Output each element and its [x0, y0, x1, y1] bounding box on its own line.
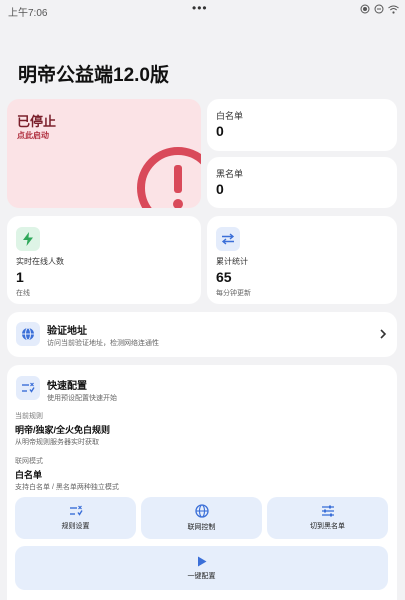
- quick-config-title: 快速配置: [47, 381, 87, 392]
- globe-icon: [16, 322, 40, 346]
- switch-blacklist-label: 切到黑名单: [310, 523, 345, 530]
- tune-icon: [69, 505, 83, 516]
- verify-subtitle: 访问当前验证地址，检测网络连通性: [47, 340, 159, 347]
- sliders-icon: [321, 505, 334, 517]
- globe-icon: [194, 504, 209, 518]
- alert-icon: [137, 147, 201, 208]
- stats-value: 65: [216, 269, 232, 285]
- online-label: 实时在线人数: [16, 257, 64, 266]
- chevron-right-icon: [380, 329, 387, 339]
- whitelist-label: 白名单: [216, 111, 244, 121]
- verify-address-row[interactable]: 验证地址 访问当前验证地址，检测网络连通性: [7, 312, 397, 357]
- online-users-card: 实时在线人数 1 在线: [7, 216, 201, 304]
- blacklist-card[interactable]: 黑名单 0: [207, 157, 397, 208]
- online-note: 在线: [16, 290, 30, 297]
- status-icons: [360, 4, 399, 14]
- network-control-button[interactable]: 联网控制: [141, 497, 262, 539]
- stats-label: 累计统计: [216, 257, 248, 266]
- online-value: 1: [16, 269, 24, 285]
- network-mode-label: 联网模式: [15, 458, 43, 465]
- current-rule-value: 明帝/独家/全火免白规则: [15, 425, 111, 435]
- tune-icon: [16, 376, 40, 400]
- whitelist-count: 0: [216, 123, 224, 139]
- network-mode-value: 白名单: [15, 470, 43, 480]
- status-title: 已停止: [17, 114, 57, 129]
- start-hint: 点此启动: [17, 131, 49, 140]
- status-bar: 上午7:06 •••: [0, 0, 405, 22]
- play-icon: [197, 556, 206, 566]
- swap-icon: [216, 227, 240, 251]
- status-time: 上午7:06: [8, 8, 48, 19]
- cast-icon: [360, 4, 370, 14]
- one-click-config-button[interactable]: 一键配置: [15, 546, 388, 590]
- wifi-icon: [388, 5, 399, 14]
- page-title: 明帝公益端12.0版: [18, 65, 169, 86]
- service-status-card[interactable]: 已停止 点此启动: [7, 99, 201, 208]
- whitelist-card[interactable]: 白名单 0: [207, 99, 397, 151]
- status-dots: •••: [192, 1, 208, 15]
- quick-config-subtitle: 使用预设配置快速开始: [47, 395, 117, 402]
- stats-note: 每分钟更新: [216, 290, 251, 297]
- blacklist-count: 0: [216, 181, 224, 197]
- current-rule-label: 当前规则: [15, 413, 43, 420]
- network-mode-hint: 支持白名单 / 黑名单两种独立模式: [15, 484, 119, 491]
- switch-blacklist-button[interactable]: 切到黑名单: [267, 497, 388, 539]
- one-click-config-label: 一键配置: [187, 572, 216, 580]
- rule-settings-button[interactable]: 规则设置: [15, 497, 136, 539]
- verify-title: 验证地址: [47, 326, 87, 337]
- network-control-label: 联网控制: [187, 524, 216, 531]
- current-rule-hint: 从明帝规则服务器实时获取: [15, 439, 99, 446]
- rule-settings-label: 规则设置: [61, 523, 90, 530]
- quick-config-card: 快速配置 使用预设配置快速开始 当前规则 明帝/独家/全火免白规则 从明帝规则服…: [7, 365, 397, 600]
- total-stats-card: 累计统计 65 每分钟更新: [207, 216, 397, 304]
- bolt-icon: [16, 227, 40, 251]
- dnd-icon: [374, 4, 384, 14]
- blacklist-label: 黑名单: [216, 169, 244, 179]
